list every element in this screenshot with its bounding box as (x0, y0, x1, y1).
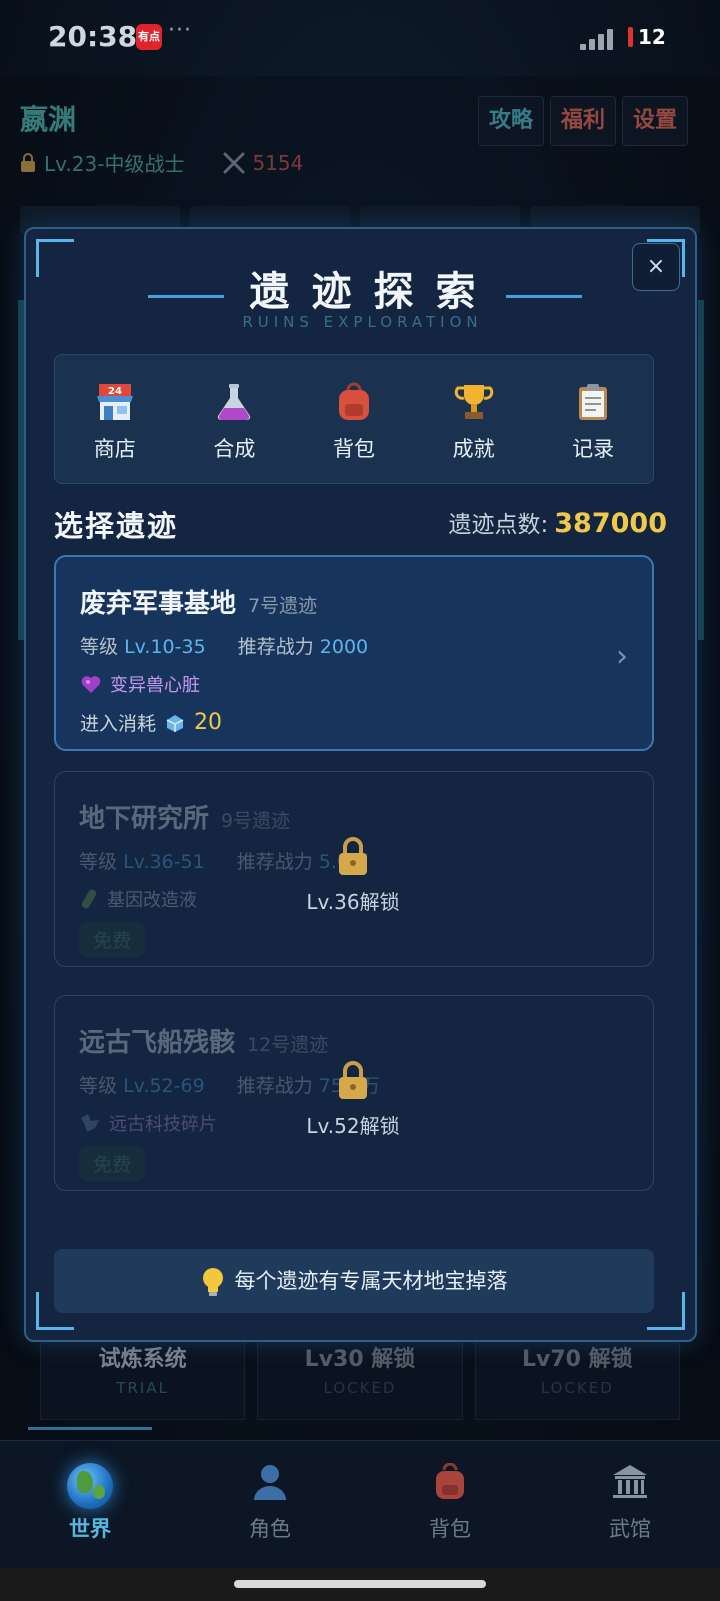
flask-icon (218, 384, 251, 421)
tip-text: 每个遗迹有专属天材地宝掉落 (234, 1269, 508, 1293)
signal-icon (580, 28, 620, 50)
tab-dojo-label: 武馆 (609, 1517, 651, 1541)
menu-backpack-label: 背包 (332, 437, 375, 461)
recommended-power: 2000 (319, 636, 369, 658)
tab-dojo[interactable]: 武馆 (540, 1441, 720, 1568)
menu-item-store[interactable]: 24 商店 (55, 355, 175, 483)
menu-item-backpack[interactable]: 背包 (294, 355, 414, 483)
tab-backpack[interactable]: 背包 (360, 1441, 540, 1568)
menu-craft-label: 合成 (213, 437, 256, 461)
ruin-drop: 变异兽心脏 (80, 671, 628, 697)
lightbulb-icon (202, 1268, 223, 1296)
modal-subtitle: RUINS EXPLORATION (242, 313, 483, 331)
unlock-text: Lv.36解锁 (306, 890, 400, 914)
tab-world-label: 世界 (69, 1517, 111, 1541)
store-icon: 24 (96, 384, 133, 420)
ruin-number: 7号遗迹 (248, 595, 318, 617)
menu-records-label: 记录 (572, 437, 615, 461)
battery-icon: 12 (626, 22, 672, 52)
tip-banner: 每个遗迹有专属天材地宝掉落 (54, 1249, 654, 1313)
ruin-points: 遗迹点数: 387000 (449, 505, 667, 539)
status-time: 20:38 (48, 20, 138, 53)
lock-overlay: Lv.52解锁 (55, 1060, 651, 1139)
bottom-tab-bar: 世界 角色 背包 武馆 (0, 1427, 720, 1568)
ice-crystal-icon (166, 714, 184, 732)
home-indicator[interactable] (234, 1580, 486, 1588)
free-badge: 免费 (79, 1146, 146, 1181)
close-button[interactable]: × (632, 243, 680, 291)
modal-title: 遗迹探索 (249, 269, 498, 315)
free-badge: 免费 (79, 922, 146, 957)
menu-store-label: 商店 (93, 437, 136, 461)
tab-world[interactable]: 世界 (0, 1427, 180, 1568)
lock-overlay: Lv.36解锁 (55, 836, 651, 915)
menu-achievements-label: 成就 (452, 437, 495, 461)
ruins-exploration-modal: 遗迹探索 RUINS EXPLORATION × 24 商店 合成 背包 成就 … (24, 227, 697, 1342)
menu-item-records[interactable]: 记录 (533, 355, 653, 483)
tab-character[interactable]: 角色 (180, 1441, 360, 1568)
backpack-icon (338, 382, 369, 420)
ruin-name: 远古飞船残骸 (79, 1028, 236, 1058)
close-icon: × (646, 254, 666, 279)
ruin-number: 9号遗迹 (221, 810, 291, 832)
ruin-name: 废弃军事基地 (80, 589, 237, 619)
tab-backpack-label: 背包 (429, 1517, 471, 1541)
ruin-card-military-base[interactable]: 废弃军事基地 7号遗迹 等级 Lv.10-35 推荐战力 2000 变异兽心脏 进… (54, 555, 654, 751)
ruins-menu: 24 商店 合成 背包 成就 记录 (54, 354, 654, 484)
power-label: 推荐战力 (237, 636, 314, 658)
menu-item-achievements[interactable]: 成就 (414, 355, 534, 483)
svg-text:24: 24 (108, 386, 122, 397)
person-icon (254, 1465, 286, 1500)
app-badge-icon: 有点 (136, 24, 162, 50)
level-range: Lv.10-35 (124, 636, 206, 658)
entry-cost: 进入消耗 20 (80, 709, 628, 736)
backpack-icon (436, 1462, 464, 1499)
trophy-icon (454, 385, 493, 419)
ruin-number: 12号遗迹 (247, 1034, 329, 1056)
ruin-points-label: 遗迹点数: (448, 512, 549, 538)
status-bar: 20:38 有点 ··· 12 (0, 0, 720, 76)
ruin-card-underground-lab[interactable]: 地下研究所9号遗迹 等级 Lv.36-51 推荐战力 5.0万 基因改造液 免费… (54, 771, 654, 967)
ruin-name: 地下研究所 (79, 804, 210, 834)
ruin-points-value: 387000 (554, 508, 667, 539)
level-label: 等级 (80, 636, 119, 658)
tab-character-label: 角色 (249, 1517, 291, 1541)
drop-name: 变异兽心脏 (110, 675, 200, 696)
ruin-stats: 等级 Lv.10-35 推荐战力 2000 (80, 632, 628, 659)
cost-label: 进入消耗 (80, 713, 157, 735)
globe-icon (67, 1463, 113, 1509)
menu-item-craft[interactable]: 合成 (175, 355, 295, 483)
more-notifications-icon: ··· (168, 18, 192, 43)
heart-icon (81, 676, 101, 693)
chevron-right-icon: › (616, 639, 628, 674)
unlock-text: Lv.52解锁 (306, 1114, 400, 1138)
dojo-icon (613, 1465, 647, 1498)
lock-icon (339, 1061, 367, 1099)
section-title: 选择遗迹 (54, 509, 179, 543)
ruin-card-ancient-ship[interactable]: 远古飞船残骸12号遗迹 等级 Lv.52-69 推荐战力 75.0万 远古科技碎… (54, 995, 654, 1191)
cost-value: 20 (194, 710, 223, 735)
clipboard-icon (579, 384, 608, 420)
lock-icon (339, 837, 367, 875)
